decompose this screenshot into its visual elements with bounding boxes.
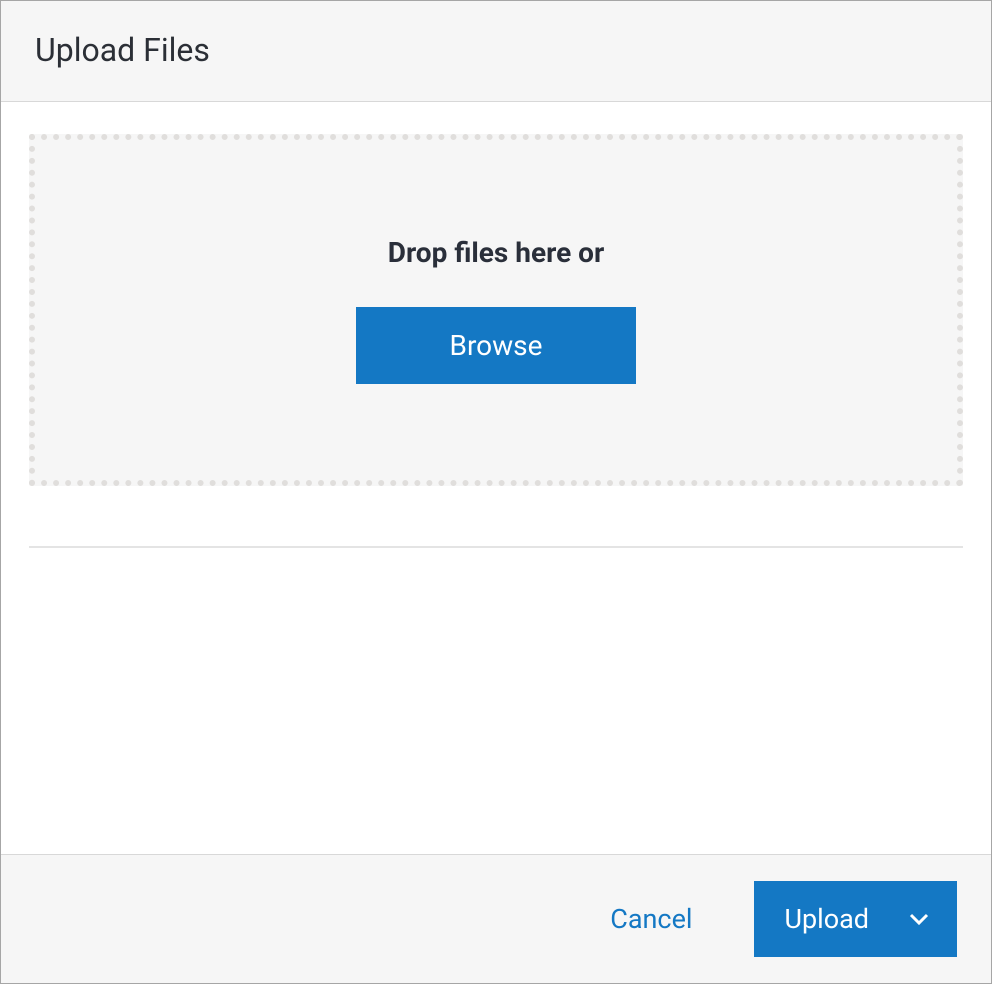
file-dropzone[interactable]: Drop files here or Browse	[29, 134, 963, 486]
dialog-header: Upload Files	[1, 1, 991, 102]
divider	[29, 546, 963, 548]
chevron-down-icon	[907, 907, 931, 931]
dialog-body: Drop files here or Browse	[1, 102, 991, 854]
dropzone-instruction: Drop files here or	[388, 236, 604, 269]
cancel-button[interactable]: Cancel	[610, 903, 692, 935]
upload-button[interactable]: Upload	[754, 881, 957, 957]
upload-button-label: Upload	[784, 903, 869, 935]
browse-button[interactable]: Browse	[356, 307, 637, 384]
dialog-title: Upload Files	[35, 31, 957, 69]
upload-dialog: Upload Files Drop files here or Browse C…	[0, 0, 992, 984]
dialog-footer: Cancel Upload	[1, 854, 991, 983]
